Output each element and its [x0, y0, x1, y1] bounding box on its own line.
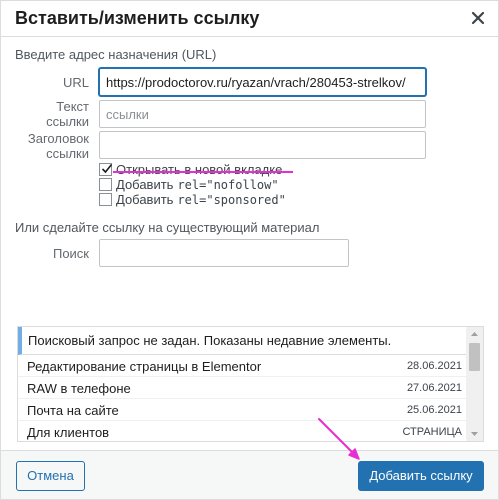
results-notice-text: Поисковый запрос не задан. Показаны неда…	[28, 333, 392, 348]
link-text-placeholder: ссылки	[106, 107, 149, 122]
dialog-header: Вставить/изменить ссылку	[1, 1, 498, 37]
results-notice: Поисковый запрос не задан. Показаны неда…	[18, 327, 483, 355]
link-title-label-line2: ссылки	[46, 146, 89, 161]
new-tab-checkbox[interactable]	[99, 163, 113, 176]
result-item-title: Для клиентов	[27, 425, 110, 440]
nofollow-checkbox[interactable]	[99, 178, 112, 191]
nofollow-label-prefix[interactable]: Добавить	[116, 177, 173, 192]
sponsored-checkbox[interactable]	[99, 193, 112, 206]
result-item-title: Почта на сайте	[27, 403, 119, 418]
new-tab-label[interactable]: Открывать в новой вкладке	[116, 162, 282, 177]
dialog-title: Вставить/изменить ссылку	[15, 8, 260, 28]
link-title-input[interactable]	[99, 131, 426, 159]
sponsored-label-code[interactable]: rel="sponsored"	[177, 193, 285, 207]
nofollow-label-code[interactable]: rel="nofollow"	[177, 178, 278, 192]
checkmark-icon	[101, 164, 113, 174]
result-item-date: 27.06.2021	[406, 382, 462, 394]
link-title-label: Заголовок ссылки	[28, 131, 89, 161]
search-section-heading: Или сделайте ссылку на существующий мате…	[15, 220, 320, 235]
url-input[interactable]: https://prodoctorov.ru/ryazan/vrach/2804…	[99, 68, 426, 96]
close-icon	[471, 11, 485, 25]
link-title-label-line1: Заголовок	[27, 131, 89, 146]
new-tab-option[interactable]: Открывать в новой вкладке	[99, 162, 282, 177]
result-item-title: Редактирование страницы в Elementor	[27, 359, 262, 374]
search-label: Поиск	[52, 246, 89, 261]
url-label: URL	[62, 75, 89, 90]
scroll-up-arrow-icon	[471, 332, 478, 336]
link-text-label: Текст ссылки	[46, 99, 89, 129]
result-item-type: СТРАНИЦА	[402, 426, 462, 438]
url-input-value: https://prodoctorov.ru/ryazan/vrach/2804…	[106, 75, 406, 90]
scroll-thumb[interactable]	[469, 343, 480, 371]
dialog-footer: Отмена Добавить ссылку	[1, 450, 498, 499]
sponsored-label-prefix[interactable]: Добавить	[116, 192, 173, 207]
scroll-down-arrow-icon	[471, 432, 478, 436]
cancel-button[interactable]: Отмена	[16, 461, 85, 491]
result-item-date: 28.06.2021	[406, 360, 462, 372]
url-section-heading: Введите адрес назначения (URL)	[15, 47, 217, 62]
results-scrollbar[interactable]	[466, 327, 483, 441]
result-item-date: 25.06.2021	[406, 404, 462, 416]
annotation-underline	[113, 171, 293, 173]
search-input[interactable]	[99, 239, 349, 267]
result-item[interactable]: RAW в телефоне 27.06.2021	[18, 377, 466, 399]
result-item[interactable]: Редактирование страницы в Elementor 28.0…	[18, 355, 466, 377]
result-item[interactable]: Для клиентов СТРАНИЦА	[18, 421, 466, 441]
nofollow-option[interactable]: Добавить rel="nofollow"	[99, 177, 279, 192]
result-item[interactable]: Почта на сайте 25.06.2021	[18, 399, 466, 421]
scroll-up-button[interactable]	[466, 327, 483, 341]
link-text-input[interactable]: ссылки	[99, 100, 426, 128]
scroll-down-button[interactable]	[466, 427, 483, 441]
search-results-list[interactable]: Поисковый запрос не задан. Показаны неда…	[17, 326, 484, 442]
add-link-button[interactable]: Добавить ссылку	[358, 461, 484, 491]
insert-link-dialog: Вставить/изменить ссылку Введите адрес н…	[0, 0, 499, 500]
link-text-label-line2: ссылки	[46, 114, 89, 129]
result-item-title: RAW в телефоне	[27, 381, 131, 396]
sponsored-option[interactable]: Добавить rel="sponsored"	[99, 192, 286, 207]
link-text-label-line1: Текст	[56, 99, 89, 114]
close-button[interactable]	[466, 6, 490, 30]
